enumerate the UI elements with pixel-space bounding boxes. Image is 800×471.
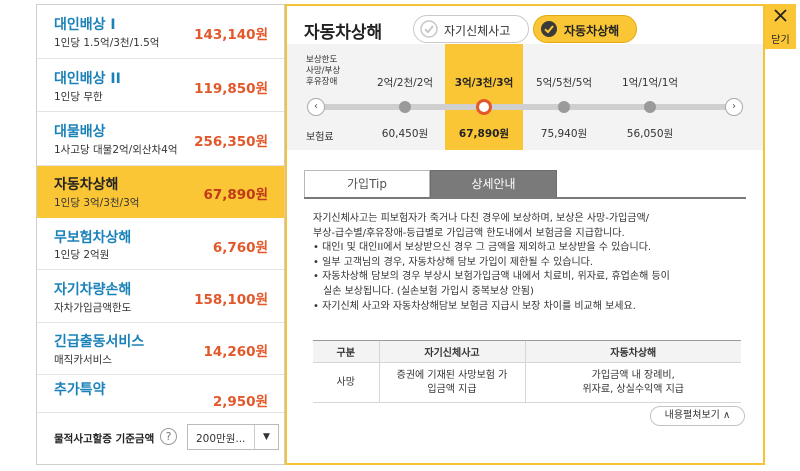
premium-value: 75,940원 [540, 128, 588, 140]
limit-label-line: 사망/부상 [306, 66, 341, 76]
slider-stop[interactable] [644, 101, 656, 113]
cell-text: 입금액 지급 [427, 383, 477, 395]
coverage-name: 자동차상해 [54, 177, 119, 193]
table-cell: 가입금액 내 장례비, 위자료, 상실수익액 지급 [524, 362, 741, 403]
coverage-item-own-vehicle[interactable]: 자기차량손해 자차가입금액한도 158,100원 [37, 270, 284, 323]
toggle-label: 자기신체사고 [444, 24, 511, 38]
limit-label-line: 보상한도 [306, 55, 338, 65]
coverage-item-bodily-injury-2[interactable]: 대인배상 II 1인당 무한 119,850원 [37, 59, 284, 112]
slider-stop[interactable] [399, 101, 411, 113]
coverage-detail: 매직카서비스 [54, 354, 112, 366]
coverage-name: 대인배상 I [54, 17, 116, 33]
tab-tip[interactable]: 가입Tip [304, 170, 430, 198]
chevron-left-icon[interactable]: ‹ [307, 98, 325, 116]
limit-label-line: 후유장애 [306, 77, 338, 87]
limit-slider-band: 보상한도 사망/부상 후유장애 2억/2천/2억 3억/3천/3억 5억/5천/… [287, 44, 763, 150]
bullet-item: • 일부 고객님의 경우, 자동차상해 담보 가입이 제한될 수 있습니다. [313, 256, 594, 268]
coverage-name: 대인배상 II [54, 71, 121, 87]
select-value: 200만원... [196, 433, 246, 445]
coverage-price: 158,100원 [194, 292, 268, 308]
cell-text: 가입금액 내 장례비, [591, 369, 675, 381]
coverage-price: 143,140원 [194, 27, 268, 43]
close-icon [772, 7, 789, 24]
chevron-right-icon[interactable]: › [725, 98, 743, 116]
premium-label: 보험료 [306, 132, 334, 143]
coverage-price: 2,950원 [212, 394, 268, 410]
coverage-detail: 1인당 3억/3천/3억 [54, 197, 140, 209]
coverage-item-uninsured-motorist[interactable]: 무보험차상해 1인당 2억원 6,760원 [37, 218, 284, 270]
surcharge-threshold-row: 물적사고할증 기준금액 ? 200만원... ▼ [37, 412, 284, 464]
limit-option-5eok[interactable]: 5억/5천/5억 [525, 75, 603, 90]
description-line: 부상-급수별/후유장애-등급별로 가입금액 한도내에서 보험금을 지급합니다. [313, 227, 625, 239]
coverage-name: 긴급출동서비스 [54, 334, 145, 350]
panel-title: 자동차상해 [304, 23, 383, 43]
coverage-name: 대물배상 [54, 124, 106, 140]
toggle-personal-injury[interactable]: 자기신체사고 [413, 15, 529, 43]
coverage-name: 추가특약 [54, 382, 106, 398]
table-header: 구분 [313, 340, 379, 363]
expand-content-button[interactable]: 내용펼쳐보기 ∧ [650, 406, 745, 426]
comparison-table: 구분 자기신체사고 자동차상해 사망 증권에 기재된 사망보험 가입금액 지급 … [313, 340, 741, 403]
coverage-price: 67,890원 [203, 187, 268, 203]
cell-text: 증권에 기재된 사망보험 가 [396, 369, 508, 381]
close-label: 닫기 [771, 35, 790, 46]
surcharge-threshold-select[interactable]: 200만원... ▼ [187, 424, 279, 450]
surcharge-threshold-label: 물적사고할증 기준금액 [54, 433, 155, 445]
coverage-price: 119,850원 [194, 81, 268, 97]
table-cell: 증권에 기재된 사망보험 가입금액 지급 [378, 362, 525, 403]
description-line: 자기신체사고는 피보험자가 죽거나 다친 경우에 보상하며, 보상은 사망-가입… [313, 213, 650, 224]
toggle-label: 자동차상해 [564, 24, 620, 38]
coverage-item-bodily-injury-1[interactable]: 대인배상 I 1인당 1.5억/3천/1.5억 143,140원 [37, 5, 284, 59]
toggle-auto-injury[interactable]: 자동차상해 [533, 15, 637, 43]
detail-description: 자기신체사고는 피보험자가 죽거나 다친 경우에 보상하며, 보상은 사망-가입… [313, 212, 733, 314]
slider-stop[interactable] [558, 101, 570, 113]
coverage-item-property-damage[interactable]: 대물배상 1사고당 대물2억/외산차4억 256,350원 [37, 112, 284, 166]
coverage-item-emergency-service[interactable]: 긴급출동서비스 매직카서비스 14,260원 [37, 323, 284, 375]
premium-value: 60,450원 [381, 128, 429, 140]
tab-divider [304, 197, 746, 199]
coverage-item-auto-injury[interactable]: 자동차상해 1인당 3억/3천/3억 67,890원 [37, 166, 284, 218]
slider-track[interactable] [317, 104, 733, 110]
limit-option-1eok[interactable]: 1억/1억/1억 [611, 75, 689, 90]
bullet-item: • 자기신체 사고와 자동차상해담보 보험금 지급시 보장 차이를 비교해 보세… [313, 300, 636, 312]
table-header: 자동차상해 [524, 340, 741, 363]
close-button[interactable]: 닫기 [765, 4, 796, 49]
check-circle-icon [420, 20, 438, 38]
limit-option-3eok[interactable]: 3억/3천/3억 [445, 75, 523, 90]
coverage-detail: 1인당 2억원 [54, 249, 110, 261]
coverage-item-extra-riders[interactable]: 추가특약 2,950원 [37, 375, 284, 414]
limit-option-2eok[interactable]: 2억/2천/2억 [366, 75, 444, 90]
coverage-name: 자기차량손해 [54, 282, 132, 298]
table-cell: 사망 [313, 362, 379, 403]
table-row: 사망 증권에 기재된 사망보험 가입금액 지급 가입금액 내 장례비, 위자료, … [313, 362, 741, 403]
coverage-detail: 1인당 1.5억/3천/1.5억 [54, 37, 160, 49]
slider-handle[interactable] [476, 99, 492, 115]
table-header: 자기신체사고 [378, 340, 525, 363]
coverage-price: 14,260원 [203, 344, 268, 360]
coverage-price: 6,760원 [212, 240, 268, 256]
cell-text: 위자료, 상실수익액 지급 [582, 383, 685, 395]
bullet-item: • 자동차상해 담보의 경우 부상시 보험가입금액 내에서 치료비, 위자료, … [313, 271, 670, 283]
bullet-item-continued: 실손 보상됩니다. (실손보험 가입시 중복보상 안됨) [323, 285, 534, 297]
premium-value: 56,050원 [626, 128, 674, 140]
limit-label: 보상한도 사망/부상 후유장애 [306, 55, 340, 88]
premium-value: 67,890원 [458, 128, 510, 140]
coverage-detail: 1사고당 대물2억/외산차4억 [54, 144, 178, 156]
coverage-detail: 1인당 무한 [54, 91, 103, 103]
check-circle-icon [540, 20, 558, 38]
coverage-name: 무보험차상해 [54, 230, 132, 246]
coverage-detail: 자차가입금액한도 [54, 302, 132, 314]
table-header-row: 구분 자기신체사고 자동차상해 [313, 340, 741, 363]
bullet-item: • 대인I 및 대인II에서 보상받으신 경우 그 금액을 제외하고 보상받을 … [313, 242, 652, 254]
chevron-down-icon: ▼ [254, 425, 278, 449]
coverage-price: 256,350원 [194, 134, 268, 150]
coverage-list: 대인배상 I 1인당 1.5억/3천/1.5억 143,140원 대인배상 II… [36, 4, 285, 465]
tab-detail[interactable]: 상세안내 [430, 170, 557, 198]
help-icon[interactable]: ? [160, 428, 177, 445]
coverage-detail-panel: 자동차상해 자기신체사고 자동차상해 보상한도 사망/부상 후유장애 2억/2천… [285, 4, 765, 465]
cell-text: 사망 [336, 376, 355, 388]
